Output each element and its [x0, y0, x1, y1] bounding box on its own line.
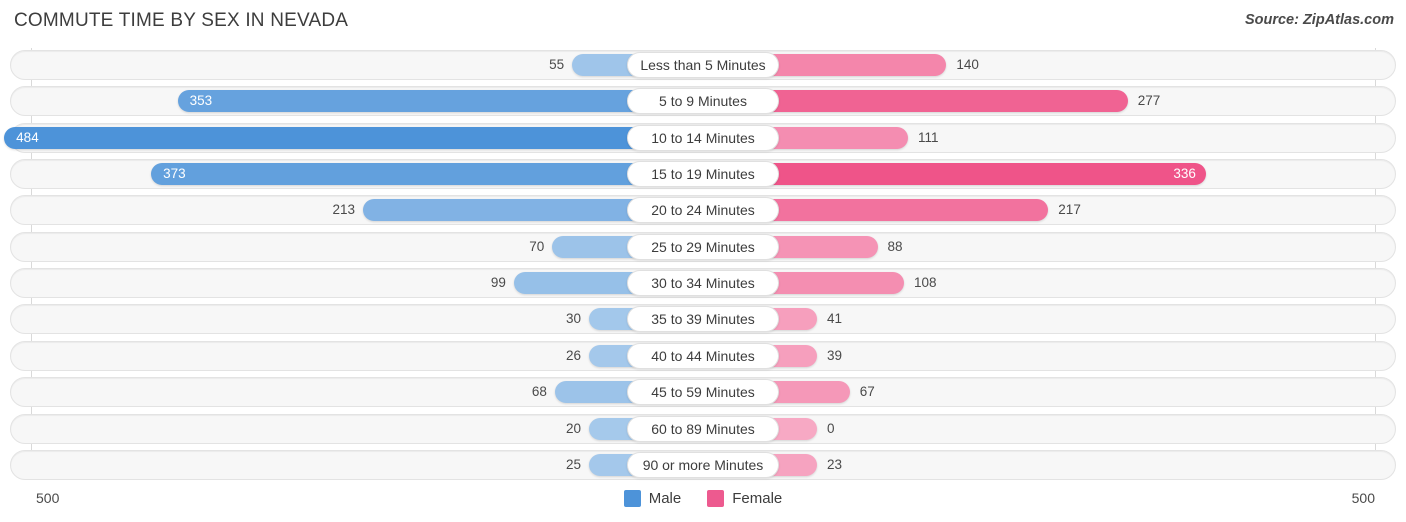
chart-plot-area: 55 140 Less than 5 Minutes 353 277 5 to 9 Min… [0, 48, 1406, 484]
bar-value-male: 68 [531, 384, 547, 400]
bar-value-female: 88 [887, 238, 903, 254]
table-row[interactable]: 30 41 35 to 39 Minutes [10, 304, 1396, 335]
bar-value-female: 0 [827, 420, 835, 436]
bar-female[interactable] [761, 163, 1206, 186]
table-row[interactable]: 353 277 5 to 9 Minutes [10, 86, 1396, 117]
table-row[interactable]: 484 111 10 to 14 Minutes [4, 122, 1396, 153]
legend-swatch-icon [707, 490, 725, 507]
row-bars: 484 111 10 to 14 Minutes [4, 123, 1396, 153]
table-row[interactable]: 25 23 90 or more Minutes [10, 449, 1396, 480]
bar-value-female: 108 [913, 275, 937, 291]
bar-value-male: 20 [565, 420, 581, 436]
bar-value-female: 217 [1058, 202, 1081, 218]
legend-swatch-icon [623, 490, 641, 507]
bar-value-male: 55 [549, 57, 565, 72]
category-label: 35 to 39 Minutes [627, 306, 779, 333]
bar-value-male: 25 [565, 456, 581, 472]
category-label: 45 to 59 Minutes [627, 379, 779, 406]
category-label: 90 or more Minutes [627, 451, 779, 478]
bar-male[interactable] [4, 126, 645, 149]
bar-value-male: 26 [565, 347, 581, 363]
bar-male[interactable] [151, 163, 645, 186]
bar-value-male: 70 [529, 238, 545, 254]
row-bars: 99 108 30 to 34 Minutes [10, 268, 1396, 298]
row-bars: 30 41 35 to 39 Minutes [10, 304, 1396, 334]
category-label: 20 to 24 Minutes [627, 197, 779, 224]
bar-value-male: 353 [189, 93, 213, 109]
table-row[interactable]: 70 88 25 to 29 Minutes [10, 231, 1396, 262]
bar-value-female: 67 [859, 384, 875, 400]
chart-legend: Male Female [0, 490, 1406, 507]
table-row[interactable]: 373 336 15 to 19 Minutes [10, 159, 1396, 190]
bar-value-female: 39 [827, 347, 843, 363]
bar-value-male: 373 [163, 166, 186, 182]
table-row[interactable]: 26 39 40 to 44 Minutes [10, 340, 1396, 371]
category-label: 5 to 9 Minutes [627, 88, 779, 115]
table-row[interactable]: 68 67 45 to 59 Minutes [10, 377, 1396, 408]
chart-footer: 500 500 Male Female [0, 484, 1406, 522]
bar-female[interactable] [761, 199, 1049, 222]
bar-male[interactable] [177, 90, 645, 113]
table-row[interactable]: 213 217 20 to 24 Minutes [10, 195, 1396, 226]
category-label: 60 to 89 Minutes [627, 415, 779, 442]
bar-female[interactable] [761, 90, 1128, 113]
category-label: 25 to 29 Minutes [627, 233, 779, 260]
legend-label: Male [648, 490, 682, 507]
row-bars: 25 23 90 or more Minutes [10, 450, 1396, 480]
chart-header: COMMUTE TIME BY SEX IN NEVADA Source: Zi… [0, 0, 1406, 44]
row-bars: 26 39 40 to 44 Minutes [10, 341, 1396, 371]
bar-value-female: 140 [956, 57, 979, 72]
legend-item-male[interactable]: Male [623, 490, 682, 507]
category-label: 10 to 14 Minutes [627, 124, 779, 151]
page-title: COMMUTE TIME BY SEX IN NEVADA [14, 10, 349, 31]
row-bars: 55 140 Less than 5 Minutes [10, 50, 1396, 80]
bar-value-female: 111 [917, 129, 939, 145]
category-label: 30 to 34 Minutes [627, 270, 779, 297]
bar-value-male: 99 [490, 275, 506, 291]
row-bars: 373 336 15 to 19 Minutes [10, 159, 1396, 189]
table-row[interactable]: 99 108 30 to 34 Minutes [10, 268, 1396, 299]
source-attribution: Source: ZipAtlas.com [1244, 12, 1394, 28]
bar-value-male: 484 [16, 129, 39, 145]
row-bars: 68 67 45 to 59 Minutes [10, 377, 1396, 407]
bar-female[interactable] [761, 272, 904, 295]
row-bars: 353 277 5 to 9 Minutes [10, 86, 1396, 116]
category-label: 40 to 44 Minutes [627, 342, 779, 369]
bar-male[interactable] [362, 199, 645, 222]
category-label: Less than 5 Minutes [627, 52, 779, 78]
bar-female[interactable] [761, 126, 908, 149]
row-bars: 213 217 20 to 24 Minutes [10, 195, 1396, 225]
bar-female[interactable] [761, 54, 947, 76]
category-label: 15 to 19 Minutes [627, 161, 779, 188]
bar-value-male: 30 [565, 311, 581, 327]
table-row[interactable]: 55 140 Less than 5 Minutes [10, 50, 1396, 80]
row-bars: 70 88 25 to 29 Minutes [10, 232, 1396, 262]
bar-value-female: 41 [827, 311, 843, 327]
legend-item-female[interactable]: Female [707, 490, 782, 507]
bar-value-female: 336 [1173, 166, 1196, 182]
table-row[interactable]: 20 0 60 to 89 Minutes [10, 413, 1396, 444]
bar-value-male: 213 [332, 202, 355, 218]
bar-value-female: 23 [827, 456, 843, 472]
bar-value-female: 277 [1137, 93, 1161, 109]
bar-male[interactable] [513, 272, 645, 295]
row-bars: 20 0 60 to 89 Minutes [10, 414, 1396, 444]
legend-label: Female [732, 490, 783, 507]
